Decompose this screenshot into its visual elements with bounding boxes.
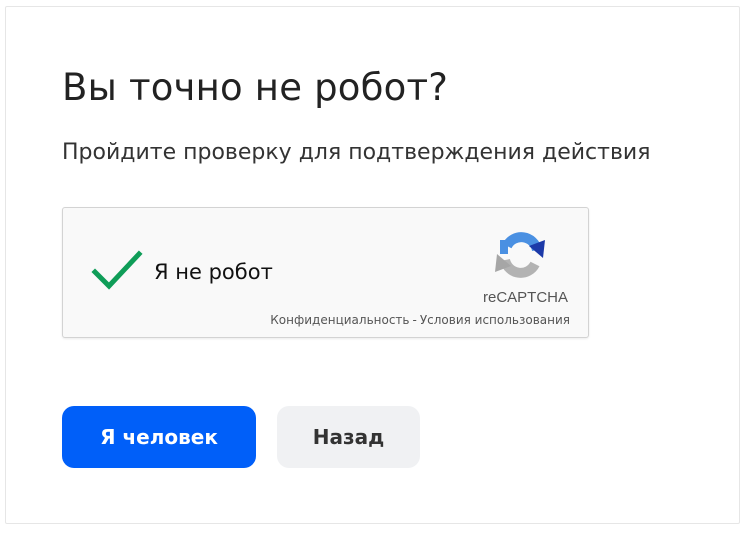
checkmark-icon[interactable]: [91, 248, 143, 292]
recaptcha-widget: Я не робот reCAPTCHA Конфиденциальность -…: [62, 207, 589, 338]
captcha-label: Я не робот: [154, 260, 273, 284]
recaptcha-legal-links: Конфиденциальность - Условия использования: [270, 313, 570, 327]
confirm-human-button[interactable]: Я человек: [62, 406, 256, 468]
page-subtitle: Пройдите проверку для подтверждения дейс…: [62, 140, 651, 165]
terms-link[interactable]: Условия использования: [420, 313, 570, 327]
back-button[interactable]: Назад: [277, 406, 420, 468]
privacy-link[interactable]: Конфиденциальность: [270, 313, 409, 327]
recaptcha-logo-icon: [495, 232, 545, 278]
legal-separator: -: [412, 313, 417, 327]
recaptcha-brand-text: reCAPTCHA: [482, 289, 568, 306]
page-title: Вы точно не робот?: [62, 66, 449, 109]
